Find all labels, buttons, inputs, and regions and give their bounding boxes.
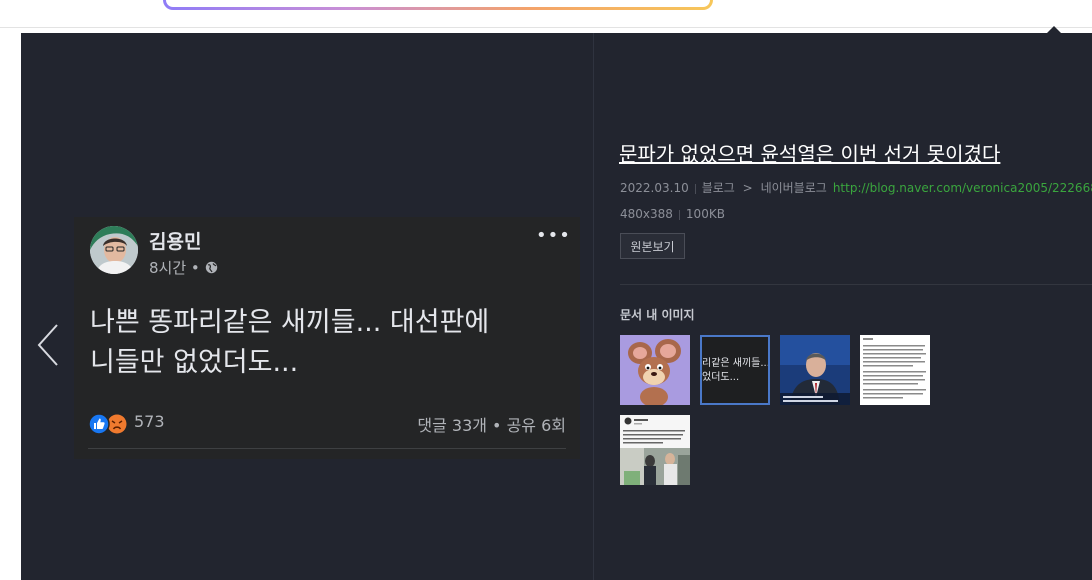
document-title-link[interactable]: 문파가 없었으면 윤석열은 이번 선거 못이겼다 bbox=[619, 138, 1000, 167]
top-bar bbox=[0, 0, 1092, 28]
thumbnail-text-document[interactable] bbox=[860, 335, 930, 405]
like-icon bbox=[88, 413, 110, 435]
post-body: 나쁜 똥파리같은 새끼들... 대선판에 니들만 없었더도... bbox=[90, 303, 570, 383]
main-image: 김용민 8시간 • ••• 나쁜 똥파리같은 새끼들... 대선판에 니들만 없… bbox=[74, 217, 580, 459]
more-horizontal-icon: ••• bbox=[536, 225, 571, 246]
source-url-link[interactable]: http://blog.naver.com/veronica2005/22266… bbox=[833, 181, 1092, 195]
section-title: 문서 내 이미지 bbox=[620, 308, 695, 322]
image-filesize: 100KB bbox=[685, 207, 725, 221]
source-meta: 2022.03.10 블로그 > 네이버블로그 http://blog.naver.… bbox=[620, 179, 1092, 196]
avatar bbox=[90, 226, 138, 274]
source-type: 블로그 bbox=[701, 181, 735, 195]
post-divider bbox=[88, 448, 566, 449]
viewer-divider bbox=[593, 33, 594, 580]
post-time: 8시간 • bbox=[149, 257, 218, 278]
thumbnail-text-line: 리같은 새끼들... 대 bbox=[702, 358, 770, 369]
post-author: 김용민 bbox=[149, 231, 202, 253]
thumbnail-post-text[interactable]: 리같은 새끼들... 대 었더도... bbox=[700, 335, 770, 405]
meta-separator bbox=[678, 209, 680, 220]
source-arrow: > bbox=[742, 181, 753, 195]
chevron-left-icon[interactable] bbox=[35, 323, 61, 367]
view-original-button[interactable]: 원본보기 bbox=[620, 233, 685, 259]
meta-separator bbox=[694, 183, 696, 194]
thumbnail-text-line: 었더도... bbox=[702, 372, 740, 383]
post-body-line: 나쁜 똥파리같은 새끼들... 대선판에 bbox=[90, 307, 490, 338]
image-dimensions: 480x388 bbox=[620, 207, 673, 221]
post-time-text: 8시간 • bbox=[149, 259, 200, 277]
thumbnail-news-anchor[interactable] bbox=[780, 335, 850, 405]
reaction-count: 573 bbox=[134, 412, 165, 431]
globe-icon bbox=[205, 261, 217, 274]
source-name: 네이버블로그 bbox=[760, 181, 827, 195]
post-stats: 댓글 33개 • 공유 6회 bbox=[417, 416, 566, 435]
image-viewer: 김용민 8시간 • ••• 나쁜 똥파리같은 새끼들... 대선판에 니들만 없… bbox=[21, 33, 1092, 580]
post-body-line: 니들만 없었더도... bbox=[90, 347, 299, 378]
search-box[interactable] bbox=[163, 0, 713, 10]
thumbnail-jerry[interactable] bbox=[620, 335, 690, 405]
panel-divider bbox=[620, 284, 1092, 285]
reaction-icons bbox=[88, 413, 127, 435]
post-date: 2022.03.10 bbox=[620, 181, 689, 195]
angry-icon bbox=[107, 414, 127, 434]
image-meta: 480x388 100KB bbox=[620, 207, 725, 221]
thumbnail-social-post[interactable] bbox=[620, 415, 690, 485]
